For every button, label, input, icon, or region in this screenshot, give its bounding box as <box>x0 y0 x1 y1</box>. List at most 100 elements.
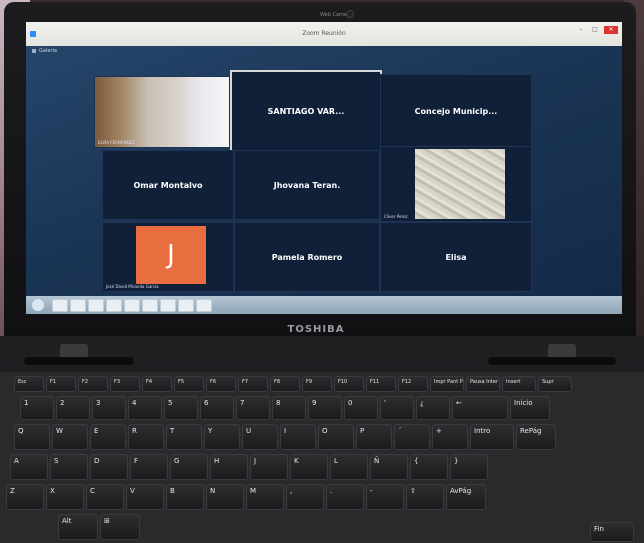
key[interactable]: X <box>46 484 84 510</box>
key[interactable]: Y <box>204 424 240 450</box>
key[interactable]: 9 <box>308 396 342 420</box>
participant-video <box>415 149 505 219</box>
key[interactable]: J <box>250 454 288 480</box>
key[interactable]: F11 <box>366 376 396 392</box>
taskbar-app-icon[interactable] <box>142 299 158 312</box>
key[interactable]: RePág <box>516 424 556 450</box>
key[interactable]: I <box>280 424 316 450</box>
key[interactable]: O <box>318 424 354 450</box>
key[interactable]: C <box>86 484 124 510</box>
participant-tile[interactable]: Jhovana Teran. <box>234 150 380 220</box>
key[interactable]: ¿ <box>416 396 450 420</box>
maximize-button[interactable]: □ <box>590 26 600 34</box>
taskbar-app-icon[interactable] <box>70 299 86 312</box>
key[interactable]: F10 <box>334 376 364 392</box>
taskbar-app-icon[interactable] <box>88 299 104 312</box>
start-icon[interactable] <box>32 299 44 311</box>
key[interactable]: U <box>242 424 278 450</box>
key[interactable]: 0 <box>344 396 378 420</box>
key[interactable]: 8 <box>272 396 306 420</box>
key[interactable]: H <box>210 454 248 480</box>
key[interactable]: 7 <box>236 396 270 420</box>
minimize-button[interactable]: – <box>576 26 586 34</box>
key[interactable]: 3 <box>92 396 126 420</box>
key[interactable]: Intro <box>470 424 514 450</box>
key[interactable]: G <box>170 454 208 480</box>
key[interactable]: Pausa Inter <box>466 376 500 392</box>
key[interactable]: K <box>290 454 328 480</box>
key[interactable]: ´ <box>394 424 430 450</box>
key[interactable]: ← <box>452 396 508 420</box>
participant-tile[interactable]: J José David Miranda Garcia <box>102 222 234 292</box>
key[interactable]: N <box>206 484 244 510</box>
key[interactable]: F12 <box>398 376 428 392</box>
key[interactable]: P <box>356 424 392 450</box>
keyboard: Esc F1 F2 F3 F4 F5 F6 F7 F8 F9 F10 F11 F12 Impr Pant … <box>0 372 644 543</box>
participant-tile[interactable]: ELVIA FERNANDEZ <box>94 76 230 148</box>
key[interactable]: F3 <box>110 376 140 392</box>
key[interactable]: A <box>10 454 48 480</box>
key[interactable]: F8 <box>270 376 300 392</box>
key[interactable]: S <box>50 454 88 480</box>
key[interactable]: F4 <box>142 376 172 392</box>
key[interactable]: Insert <box>502 376 536 392</box>
key[interactable]: Impr Pant PetSis <box>430 376 464 392</box>
gallery-view-toggle[interactable]: Galeria <box>32 48 57 54</box>
key[interactable]: AvPág <box>446 484 486 510</box>
taskbar-app-icon[interactable] <box>160 299 176 312</box>
key[interactable]: T <box>166 424 202 450</box>
key[interactable]: 4 <box>128 396 162 420</box>
key[interactable]: F9 <box>302 376 332 392</box>
key[interactable]: D <box>90 454 128 480</box>
key[interactable]: F5 <box>174 376 204 392</box>
key[interactable]: F6 <box>206 376 236 392</box>
key[interactable]: Z <box>6 484 44 510</box>
key[interactable]: L <box>330 454 368 480</box>
participant-tile[interactable]: SANTIAGO VAR... <box>230 70 382 152</box>
taskbar-app-icon[interactable] <box>196 299 212 312</box>
key[interactable]: . <box>326 484 364 510</box>
participant-tile[interactable]: Omar Montalvo <box>102 150 234 220</box>
key[interactable]: 6 <box>200 396 234 420</box>
key[interactable]: ⇧ <box>406 484 444 510</box>
key[interactable]: 5 <box>164 396 198 420</box>
key[interactable]: F1 <box>46 376 76 392</box>
key[interactable]: B <box>166 484 204 510</box>
key[interactable]: Alt <box>58 514 98 540</box>
key[interactable]: M <box>246 484 284 510</box>
key[interactable]: E <box>90 424 126 450</box>
taskbar-app-icon[interactable] <box>52 299 68 312</box>
key[interactable]: F2 <box>78 376 108 392</box>
key[interactable]: V <box>126 484 164 510</box>
participant-tile[interactable]: Cliver Perez <box>380 146 532 222</box>
key[interactable]: Supr <box>538 376 572 392</box>
key[interactable]: , <box>286 484 324 510</box>
taskbar-app-icon[interactable] <box>178 299 194 312</box>
key[interactable]: F <box>130 454 168 480</box>
key[interactable]: - <box>366 484 404 510</box>
participant-tile[interactable]: Elisa <box>380 222 532 292</box>
key[interactable]: Fin <box>590 522 634 542</box>
key[interactable]: ⊞ <box>100 514 140 540</box>
participant-tag: José David Miranda Garcia <box>106 284 159 289</box>
taskbar-app-icon[interactable] <box>124 299 140 312</box>
key[interactable]: { <box>410 454 448 480</box>
key[interactable]: F7 <box>238 376 268 392</box>
taskbar-app-icon[interactable] <box>106 299 122 312</box>
key[interactable]: R <box>128 424 164 450</box>
key[interactable]: 1 <box>20 396 54 420</box>
key[interactable]: + <box>432 424 468 450</box>
close-button[interactable]: ✕ <box>604 26 618 34</box>
key[interactable]: ' <box>380 396 414 420</box>
key[interactable]: Ñ <box>370 454 408 480</box>
key[interactable]: } <box>450 454 488 480</box>
participant-tile[interactable]: Pamela Romero <box>234 222 380 292</box>
window-controls: – □ ✕ <box>576 26 618 34</box>
key[interactable]: W <box>52 424 88 450</box>
key[interactable]: 2 <box>56 396 90 420</box>
key[interactable]: Inicio <box>510 396 550 420</box>
key[interactable]: Esc <box>14 376 44 392</box>
participant-name: Concejo Municip... <box>414 106 498 116</box>
participant-tile[interactable]: Concejo Municip... <box>380 74 532 148</box>
key[interactable]: Q <box>14 424 50 450</box>
